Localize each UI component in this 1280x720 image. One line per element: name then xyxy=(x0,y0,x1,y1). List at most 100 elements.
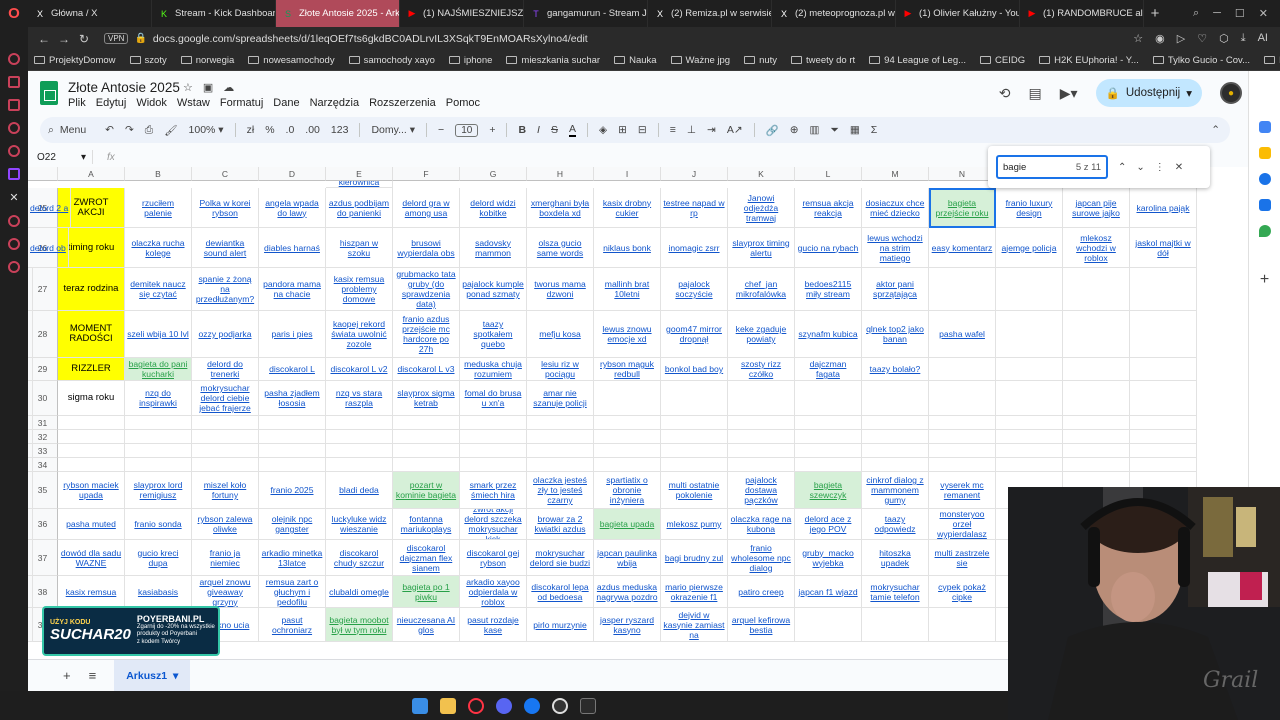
grid-cell[interactable] xyxy=(28,416,33,430)
grid-cell[interactable]: szynafm kubica xyxy=(795,311,862,358)
twitch-icon[interactable] xyxy=(8,168,20,180)
bookmark-item[interactable]: szoty xyxy=(129,55,167,66)
grid-cell[interactable] xyxy=(259,458,326,472)
grid-cell[interactable] xyxy=(1063,444,1130,458)
grid-cell[interactable]: gucio na rybach xyxy=(795,228,862,268)
grid-cell[interactable]: qlnek top2 jako banan xyxy=(862,311,929,358)
zoom-select[interactable]: 100% ▾ xyxy=(189,124,224,136)
insert-comment-icon[interactable]: ⊕ xyxy=(790,124,799,136)
column-header[interactable]: D xyxy=(259,167,326,181)
grid-cell[interactable] xyxy=(259,416,326,430)
grid-cell[interactable]: franio wholesome npc dialog xyxy=(728,540,795,576)
grid-cell[interactable]: szeli wbija 10 lvl xyxy=(125,311,192,358)
grid-cell[interactable] xyxy=(1063,268,1130,311)
grid-cell[interactable]: pasha wafel xyxy=(929,311,996,358)
instagram-icon[interactable] xyxy=(8,99,20,111)
tasks-icon[interactable] xyxy=(1258,173,1271,185)
grid-cell[interactable] xyxy=(795,430,862,444)
grid-cell[interactable]: smark przez śmiech hira xyxy=(460,472,527,509)
grid-cell[interactable] xyxy=(393,416,460,430)
grid-cell[interactable]: olaczka rucha kolege xyxy=(125,228,192,268)
category-cell[interactable]: MOMENT RADOŚCI xyxy=(58,311,125,358)
number-format-button[interactable]: 123 xyxy=(331,124,349,136)
meet-icon[interactable]: ▶▾ xyxy=(1060,85,1078,102)
grid-cell[interactable] xyxy=(862,608,929,642)
grid-cell[interactable] xyxy=(58,416,125,430)
sheets-logo-icon[interactable] xyxy=(40,81,58,105)
grid-cell[interactable]: ajemge policja xyxy=(996,228,1063,268)
grid-cell[interactable]: clubaldi omegle xyxy=(326,576,393,608)
reload-icon[interactable]: ↻ xyxy=(74,32,94,46)
grid-cell[interactable] xyxy=(460,430,527,444)
column-header[interactable]: C xyxy=(192,167,259,181)
grid-cell[interactable] xyxy=(661,430,728,444)
camera-icon[interactable]: ◉ xyxy=(1155,32,1165,45)
grid-cell[interactable]: lewus znowu emocje xd xyxy=(594,311,661,358)
grid-cell[interactable]: vyserek mc remanent xyxy=(929,472,996,509)
play-icon[interactable]: ▷ xyxy=(1177,32,1185,45)
column-header[interactable]: M xyxy=(862,167,929,181)
grid-cell[interactable]: pozart w kominie bagieta xyxy=(393,472,460,509)
grid-cell[interactable] xyxy=(1130,458,1197,472)
heart-icon[interactable]: ♡ xyxy=(1197,32,1207,45)
grid-cell[interactable] xyxy=(192,444,259,458)
grid-cell[interactable] xyxy=(125,444,192,458)
grid-cell[interactable] xyxy=(1063,358,1130,381)
document-title[interactable]: Złote Antosie 2025 xyxy=(68,80,180,95)
percent-button[interactable]: % xyxy=(265,124,274,136)
grid-cell[interactable] xyxy=(795,444,862,458)
grid-cell[interactable] xyxy=(28,381,33,416)
bookmark-item[interactable]: Nauka xyxy=(614,55,657,66)
file-explorer-icon[interactable] xyxy=(440,697,456,714)
grid-cell[interactable]: kasix remsua xyxy=(58,576,125,608)
grid-cell[interactable]: demitek naucz się czytać xyxy=(125,268,192,311)
grid-cell[interactable] xyxy=(996,268,1063,311)
grid-cell[interactable] xyxy=(594,444,661,458)
grid-cell[interactable] xyxy=(795,458,862,472)
grid-cell[interactable]: discokarol gej rybson xyxy=(460,540,527,576)
column-header[interactable]: L xyxy=(795,167,862,181)
maximize-icon[interactable]: ☐ xyxy=(1235,7,1245,20)
grid-cell[interactable]: spartiatix o obronie inżyniera xyxy=(594,472,661,509)
grid-cell[interactable] xyxy=(527,430,594,444)
grid-cell[interactable]: bagieta do pani kucharki xyxy=(125,358,192,381)
grid-cell[interactable] xyxy=(929,430,996,444)
grid-cell[interactable]: xmerghani była boxdela xd xyxy=(527,188,594,228)
contacts-icon[interactable] xyxy=(1258,199,1271,211)
grid-cell[interactable]: remsua akcja reakcja xyxy=(795,188,862,228)
grid-cell[interactable] xyxy=(862,416,929,430)
grid-cell[interactable]: pasut ochroniarz xyxy=(259,608,326,642)
grid-cell[interactable] xyxy=(527,458,594,472)
grid-cell[interactable] xyxy=(1130,430,1197,444)
discord-icon[interactable] xyxy=(8,145,20,157)
borders-icon[interactable]: ⊞ xyxy=(618,124,627,136)
grid-cell[interactable] xyxy=(795,381,862,416)
grid-cell[interactable] xyxy=(259,430,326,444)
history-icon[interactable] xyxy=(8,215,20,227)
grid-cell[interactable] xyxy=(1130,358,1197,381)
grid-cell[interactable] xyxy=(28,608,33,642)
grid-cell[interactable] xyxy=(661,416,728,430)
bookmark-item[interactable]: mieszkania suchar xyxy=(506,55,600,66)
grid-cell[interactable] xyxy=(929,381,996,416)
grid-cell[interactable]: arquel znowu giveaway grzyny xyxy=(192,576,259,608)
close-window-icon[interactable]: ✕ xyxy=(1259,7,1268,20)
italic-icon[interactable]: I xyxy=(537,124,540,136)
grid-cell[interactable]: rybson zalewa oliwke xyxy=(192,509,259,540)
back-icon[interactable]: ← xyxy=(34,32,54,46)
currency-button[interactable]: zł xyxy=(247,124,255,136)
grid-cell[interactable]: fomal do brusa u xn'a xyxy=(460,381,527,416)
search-tabs-icon[interactable]: ⌕ xyxy=(1193,7,1199,20)
chevron-down-icon[interactable]: ▾ xyxy=(1186,86,1192,100)
grid-cell[interactable]: Polka w korei rybson xyxy=(192,188,259,228)
merge-cells-icon[interactable]: ⊟ xyxy=(638,124,647,136)
grid-cell[interactable]: rybson maciek upada xyxy=(58,472,125,509)
grid-cell[interactable] xyxy=(28,458,33,472)
grid-cell[interactable]: patiro creep xyxy=(728,576,795,608)
browser-tab[interactable]: Tgangamurun - Stream Ja xyxy=(524,0,648,27)
bookmark-item[interactable]: Ważne jpg xyxy=(670,55,730,66)
grid-cell[interactable]: kaopej rekord świata uwolnić zozole xyxy=(326,311,393,358)
grid-cell[interactable]: olsza gucio same words xyxy=(527,228,594,268)
grid-cell[interactable]: discokarol L v2 xyxy=(326,358,393,381)
redo-icon[interactable]: ↷ xyxy=(125,124,134,136)
